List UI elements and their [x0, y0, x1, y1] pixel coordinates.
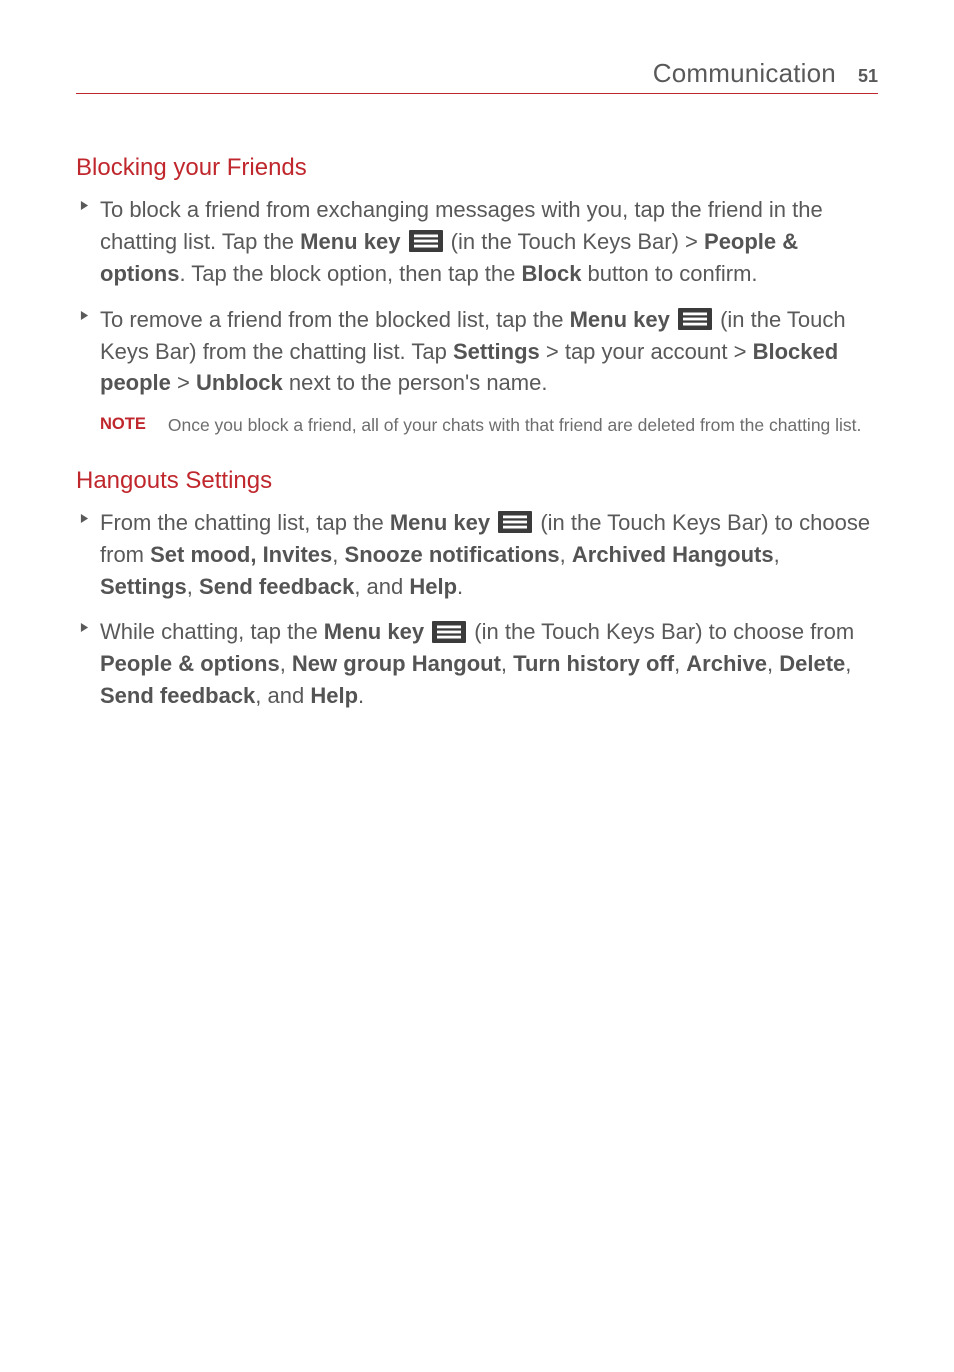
bold-text: Turn history off [513, 651, 674, 676]
bold-text: Send feedback [199, 574, 354, 599]
bold-text: Menu key [570, 307, 670, 332]
body-text: (in the Touch Keys Bar) to choose from [468, 619, 854, 644]
body-text [490, 510, 496, 535]
body-text: (in the Touch Keys Bar) > [445, 229, 704, 254]
bold-text: Snooze notifications [345, 542, 560, 567]
triangle-bullet-icon [80, 623, 92, 635]
bold-text: Menu key [324, 619, 424, 644]
body-text: To remove a friend from the blocked list… [100, 307, 570, 332]
body-text: , [501, 651, 513, 676]
body-text: . [457, 574, 463, 599]
bullet-item: To remove a friend from the blocked list… [76, 304, 878, 400]
body-text: , [280, 651, 292, 676]
bullet-list-b: From the chatting list, tap the Menu key… [76, 507, 878, 712]
bold-text: Help [409, 574, 457, 599]
bullet-item: While chatting, tap the Menu key (in the… [76, 616, 878, 712]
hangouts-settings-section: Hangouts Settings From the chatting list… [76, 467, 878, 712]
section-name: Communication [653, 58, 836, 89]
body-text: . Tap the block option, then tap the [179, 261, 521, 286]
bold-text: Help [310, 683, 358, 708]
heading-blocking: Blocking your Friends [76, 154, 878, 182]
bold-text: Set mood, Invites [150, 542, 332, 567]
bold-text: Unblock [196, 370, 283, 395]
body-text: , and [354, 574, 409, 599]
note-block: NOTE Once you block a friend, all of you… [76, 413, 878, 438]
body-text: , [774, 542, 780, 567]
bold-text: Menu key [390, 510, 490, 535]
body-text [670, 307, 676, 332]
triangle-bullet-icon [80, 311, 92, 323]
body-text: While chatting, tap the [100, 619, 324, 644]
bold-text: Settings [453, 339, 540, 364]
body-text: , [560, 542, 572, 567]
bold-text: Block [522, 261, 582, 286]
body-text: , and [255, 683, 310, 708]
bullet-list-a: To block a friend from exchanging messag… [76, 194, 878, 399]
triangle-bullet-icon [80, 201, 92, 213]
triangle-bullet-icon [80, 514, 92, 526]
page-body: Communication 51 Blocking your Friends T… [0, 0, 954, 712]
body-text: , [845, 651, 851, 676]
body-text: next to the person's name. [283, 370, 548, 395]
note-text: Once you block a friend, all of your cha… [168, 413, 878, 438]
page-number: 51 [858, 66, 878, 87]
bold-text: Archive [686, 651, 767, 676]
bullet-item: From the chatting list, tap the Menu key… [76, 507, 878, 603]
body-text [400, 229, 406, 254]
note-label: NOTE [100, 413, 146, 438]
body-text: , [767, 651, 779, 676]
body-text: > [171, 370, 196, 395]
bold-text: People & options [100, 651, 280, 676]
menu-key-icon [409, 230, 443, 252]
bold-text: Archived Hangouts [572, 542, 774, 567]
body-text: button to confirm. [581, 261, 757, 286]
body-text [424, 619, 430, 644]
body-text: , [187, 574, 199, 599]
bold-text: Menu key [300, 229, 400, 254]
body-text: . [358, 683, 364, 708]
menu-key-icon [678, 308, 712, 330]
menu-key-icon [498, 511, 532, 533]
heading-hangouts: Hangouts Settings [76, 467, 878, 495]
menu-key-icon [432, 621, 466, 643]
bold-text: Delete [779, 651, 845, 676]
bullet-item: To block a friend from exchanging messag… [76, 194, 878, 290]
body-text: > tap your account > [540, 339, 753, 364]
page-header: Communication 51 [76, 58, 878, 94]
bold-text: Send feedback [100, 683, 255, 708]
bold-text: New group Hangout [292, 651, 501, 676]
body-text: , [674, 651, 686, 676]
bold-text: Settings [100, 574, 187, 599]
body-text: , [332, 542, 344, 567]
body-text: From the chatting list, tap the [100, 510, 390, 535]
blocking-friends-section: Blocking your Friends To block a friend … [76, 154, 878, 439]
